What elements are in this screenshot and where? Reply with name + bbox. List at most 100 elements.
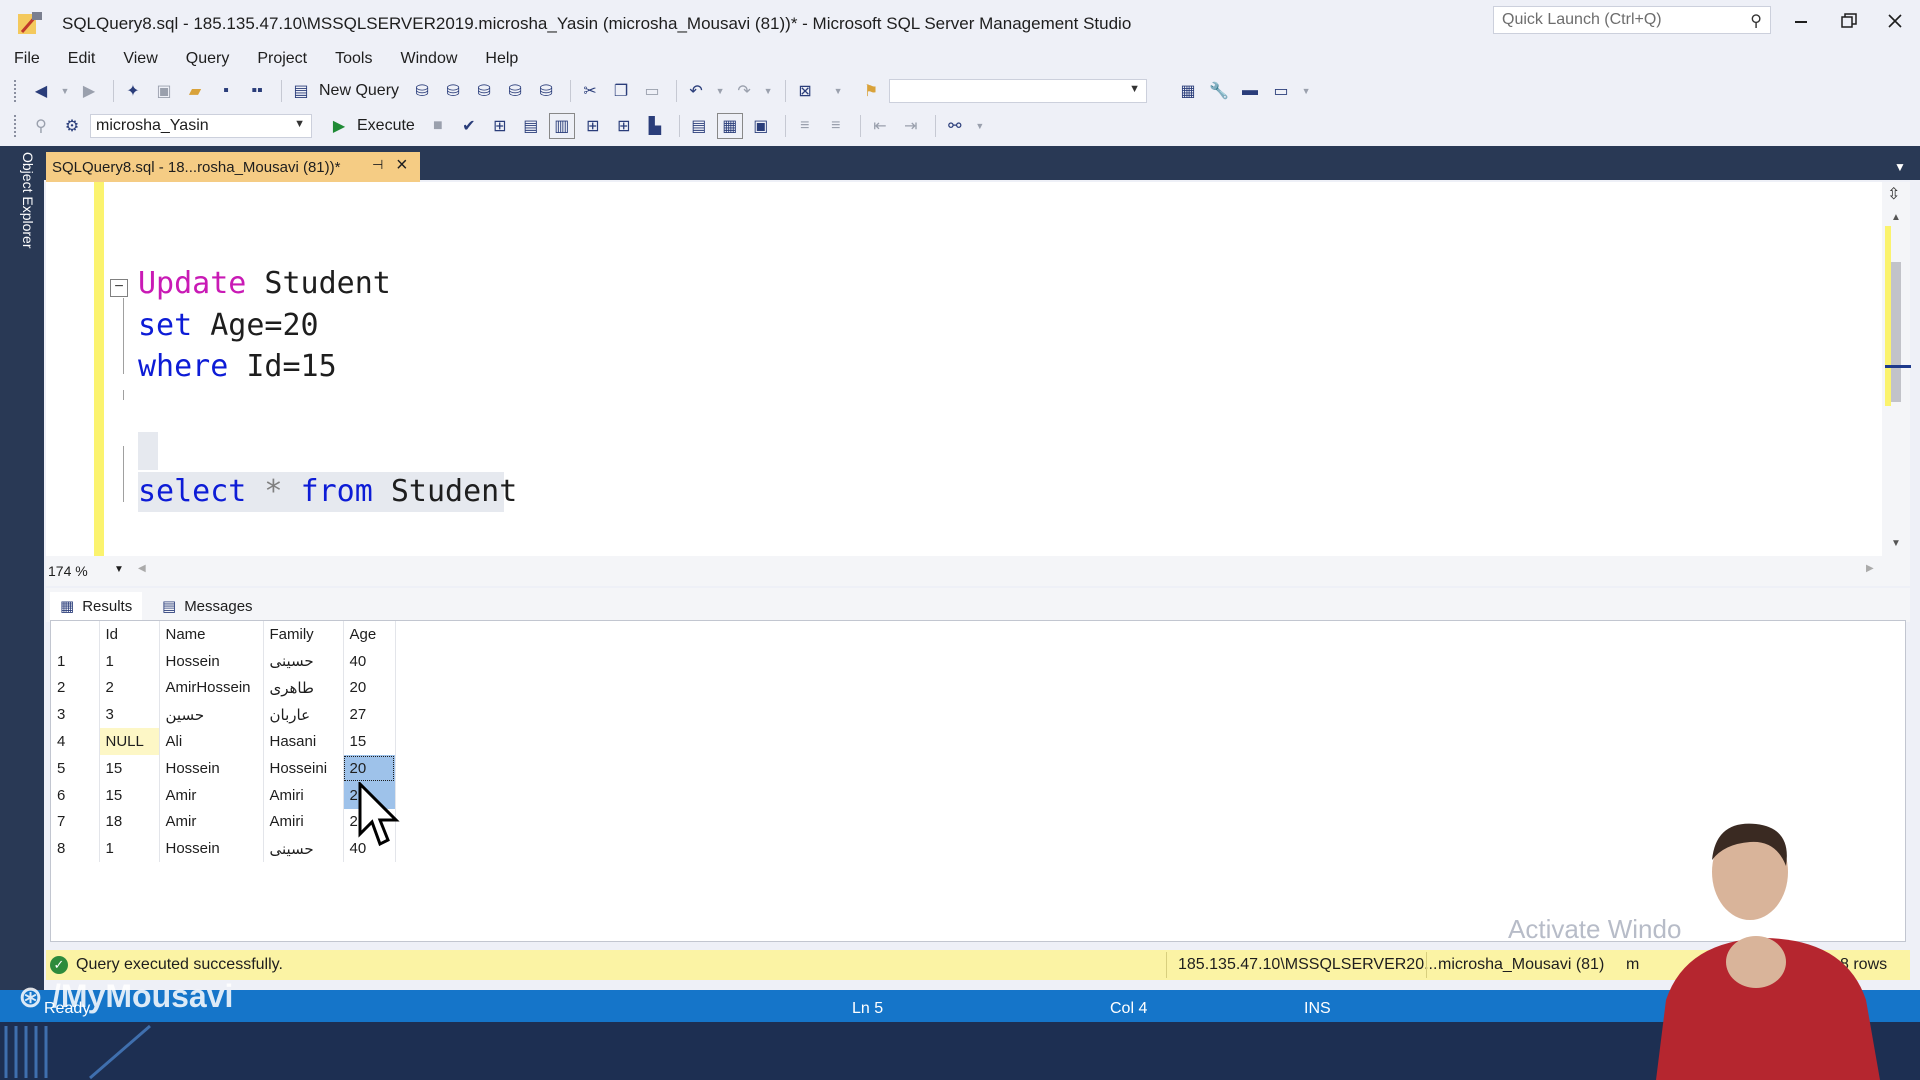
scroll-up-icon[interactable]: ▲	[1891, 212, 1901, 223]
estimated-plan-icon[interactable]: ⊞	[487, 113, 513, 139]
cell-id[interactable]: 15	[99, 754, 160, 782]
pin-icon[interactable]: ⊣	[372, 157, 383, 173]
cell-id[interactable]: 15	[99, 781, 160, 809]
cell-id[interactable]: 3	[99, 701, 160, 729]
cell-family[interactable]: Hasani	[263, 728, 344, 755]
quick-launch-input[interactable]: Quick Launch (Ctrl+Q) ⚲	[1493, 6, 1771, 34]
cell-id[interactable]: 2	[99, 674, 160, 702]
copy-icon[interactable]: ❐	[608, 78, 634, 104]
wrench-icon[interactable]: 🔧	[1206, 78, 1232, 104]
cell-family[interactable]: Amiri	[263, 781, 344, 809]
cancel-query-icon[interactable]: ■	[425, 113, 451, 139]
cut-icon[interactable]: ✂	[577, 78, 603, 104]
cell-name[interactable]: AmirHossein	[159, 674, 264, 702]
find-in-files-icon[interactable]: ⚑	[858, 78, 884, 104]
client-stats-icon[interactable]: ▙	[642, 113, 668, 139]
split-window-icon[interactable]: ⇳	[1887, 184, 1900, 204]
uncomment-lines-icon[interactable]: ≡	[823, 113, 849, 139]
redo-icon[interactable]: ↷	[731, 78, 757, 104]
new-query-button[interactable]: New Query	[319, 82, 399, 100]
decrease-indent-icon[interactable]: ⇤	[867, 113, 893, 139]
cell-family[interactable]: Amiri	[263, 808, 344, 836]
intellisense-icon[interactable]: ▥	[548, 113, 575, 139]
menu-file[interactable]: File	[14, 50, 40, 68]
scroll-right-icon[interactable]: ▶	[1866, 563, 1874, 574]
row-number[interactable]: 4	[51, 728, 100, 755]
column-header-age[interactable]: Age	[343, 621, 396, 648]
connect-icon[interactable]: ⚲	[28, 113, 54, 139]
minimize-button[interactable]	[1778, 6, 1824, 36]
new-query-icon[interactable]: ▤	[288, 78, 314, 104]
solution-config-select[interactable]: ▼	[889, 79, 1148, 103]
row-number[interactable]: 8	[51, 835, 100, 863]
activity-monitor-icon[interactable]: ⊠	[792, 78, 818, 104]
tab-messages[interactable]: ▤ Messages	[152, 592, 263, 620]
output-window-icon[interactable]: ▭	[1268, 78, 1294, 104]
close-tab-icon[interactable]: ×	[396, 154, 408, 177]
query-options-icon[interactable]: ▤	[518, 113, 544, 139]
cell-id[interactable]: 1	[99, 835, 160, 863]
toolbar-overflow-icon[interactable]: ▼	[973, 113, 987, 139]
properties-window-icon[interactable]: ▦	[1175, 78, 1201, 104]
menu-help[interactable]: Help	[485, 50, 518, 68]
dax-query-icon[interactable]: ⛁	[533, 78, 559, 104]
live-stats-icon[interactable]: ⊞	[611, 113, 637, 139]
dropdown-arrow-icon[interactable]: ▼	[59, 78, 71, 104]
back-icon[interactable]: ◀	[28, 78, 54, 104]
cell-name[interactable]: Amir	[159, 781, 264, 809]
cell-family[interactable]: حسینی	[263, 647, 344, 675]
toolbar-overflow-icon[interactable]: ▼	[1299, 78, 1313, 104]
cell-family[interactable]: عاربان	[263, 701, 344, 729]
undo-icon[interactable]: ↶	[683, 78, 709, 104]
toolbar-grip[interactable]	[14, 80, 20, 102]
cell-age-selected[interactable]: 20	[343, 754, 396, 782]
cell-id-null[interactable]: NULL	[99, 728, 160, 755]
save-icon[interactable]: ▪	[213, 78, 239, 104]
change-connection-icon[interactable]: ⚙	[59, 113, 85, 139]
row-number[interactable]: 1	[51, 647, 100, 675]
collapse-icon[interactable]: −	[110, 279, 128, 297]
undo-dropdown-icon[interactable]: ▼	[714, 78, 726, 104]
menu-view[interactable]: View	[123, 50, 157, 68]
cell-family[interactable]: طاهری	[263, 674, 344, 702]
editor-vertical-scrollbar[interactable]: ⇳ ▲ ▼	[1882, 182, 1911, 556]
menu-project[interactable]: Project	[257, 50, 307, 68]
menu-edit[interactable]: Edit	[68, 50, 96, 68]
cell-age[interactable]: 15	[343, 728, 396, 755]
tab-sqlquery8[interactable]: SQLQuery8.sql - 18...rosha_Mousavi (81))…	[46, 152, 420, 182]
menu-tools[interactable]: Tools	[335, 50, 372, 68]
cell-family[interactable]: حسینی	[263, 835, 344, 863]
row-number[interactable]: 2	[51, 674, 100, 702]
column-header-name[interactable]: Name	[159, 621, 264, 648]
results-to-text-icon[interactable]: ▤	[686, 113, 712, 139]
cell-age[interactable]: 40	[343, 647, 396, 675]
cell-id[interactable]: 1	[99, 647, 160, 675]
database-engine-query-icon[interactable]: ⛁	[409, 78, 435, 104]
available-databases-select[interactable]: microsha_Yasin ▼	[90, 114, 312, 138]
paste-icon[interactable]: ▭	[639, 78, 665, 104]
cell-name[interactable]: Hossein	[159, 647, 264, 675]
cell-name[interactable]: Amir	[159, 808, 264, 836]
object-explorer-tab[interactable]: Object Explorer	[14, 152, 36, 272]
row-number[interactable]: 6	[51, 781, 100, 809]
open-file-icon[interactable]: ▰	[182, 78, 208, 104]
column-header-family[interactable]: Family	[263, 621, 344, 648]
scrollbar-thumb[interactable]	[1891, 262, 1901, 402]
tab-list-dropdown-icon[interactable]: ▼	[1894, 160, 1906, 174]
cell-name[interactable]: Hossein	[159, 754, 264, 782]
close-window-button[interactable]	[1872, 6, 1918, 36]
menu-query[interactable]: Query	[186, 50, 230, 68]
increase-indent-icon[interactable]: ⇥	[898, 113, 924, 139]
execute-button[interactable]: Execute	[357, 117, 415, 135]
tab-results[interactable]: ▦ Results	[50, 592, 143, 620]
parse-checkmark-icon[interactable]: ✔	[456, 113, 482, 139]
redo-dropdown-icon[interactable]: ▼	[762, 78, 774, 104]
comment-lines-icon[interactable]: ≡	[792, 113, 818, 139]
row-number[interactable]: 3	[51, 701, 100, 729]
scroll-down-icon[interactable]: ▼	[1891, 538, 1901, 549]
results-to-file-icon[interactable]: ▣	[748, 113, 774, 139]
cell-family[interactable]: Hosseini	[263, 754, 344, 782]
save-all-icon[interactable]: ▪▪	[244, 78, 270, 104]
execute-icon[interactable]: ▶	[326, 113, 352, 139]
cell-age[interactable]: 27	[343, 701, 396, 729]
